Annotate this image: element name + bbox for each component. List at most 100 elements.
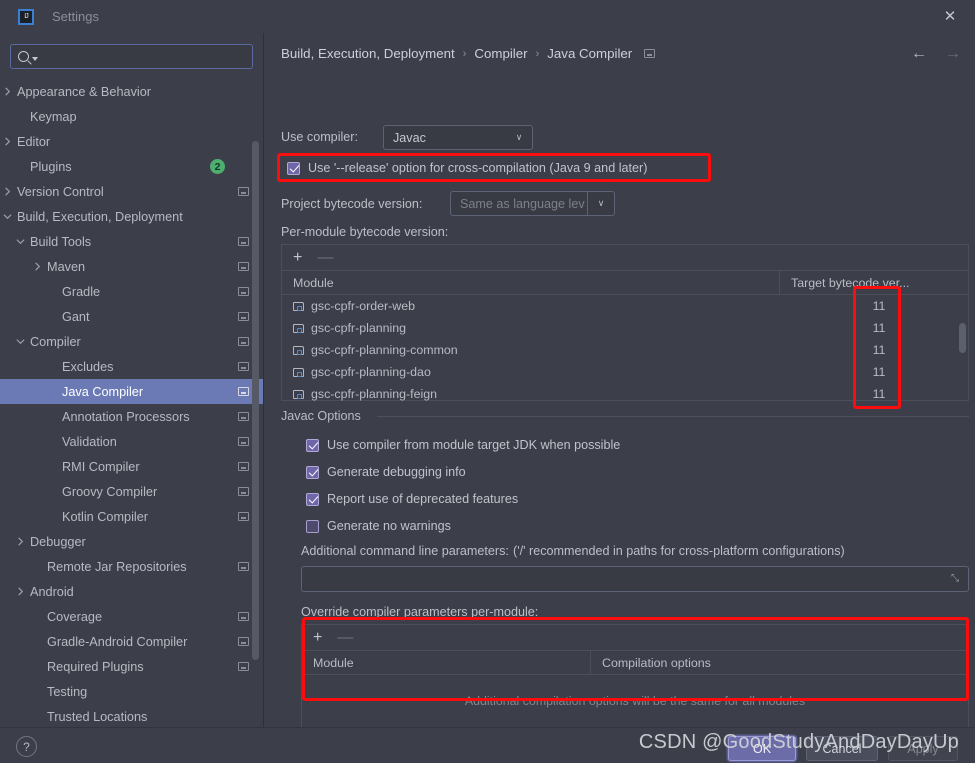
chevron-down-icon[interactable] bbox=[16, 237, 25, 246]
project-bytecode-dropdown[interactable]: Same as language lev ∨ bbox=[450, 191, 615, 216]
javac-option-checkbox[interactable] bbox=[306, 519, 319, 533]
sidebar-item-appearance-behavior[interactable]: Appearance & Behavior bbox=[0, 79, 263, 104]
restore-defaults-icon[interactable] bbox=[238, 362, 249, 371]
chevron-right-icon[interactable] bbox=[33, 262, 42, 271]
chevron-right-icon[interactable] bbox=[16, 537, 25, 546]
settings-sidebar: Appearance & Behavior Keymap Editor Plugins… bbox=[0, 33, 264, 727]
sidebar-item-groovy-compiler[interactable]: Groovy Compiler bbox=[0, 479, 263, 504]
sidebar-item-annotation-processors[interactable]: Annotation Processors bbox=[0, 404, 263, 429]
javac-option-checkbox[interactable] bbox=[306, 492, 319, 506]
sidebar-item-remote-jar-repositories[interactable]: Remote Jar Repositories bbox=[0, 554, 263, 579]
restore-defaults-icon[interactable] bbox=[238, 237, 249, 246]
javac-option-row[interactable]: Report use of deprecated features bbox=[306, 492, 518, 506]
sidebar-item-keymap[interactable]: Keymap bbox=[0, 104, 263, 129]
add-module-button[interactable]: + bbox=[293, 249, 302, 266]
column-header-module[interactable]: Module bbox=[282, 276, 779, 290]
table-row[interactable]: gsc-cpfr-order-web 11 bbox=[282, 295, 968, 317]
search-box[interactable] bbox=[10, 44, 253, 69]
restore-defaults-icon[interactable] bbox=[238, 512, 249, 521]
sidebar-item-trusted-locations[interactable]: Trusted Locations bbox=[0, 704, 263, 727]
release-option-checkbox[interactable] bbox=[287, 161, 300, 175]
chevron-down-icon[interactable] bbox=[32, 56, 38, 61]
restore-defaults-icon[interactable] bbox=[238, 262, 249, 271]
close-icon[interactable]: ✕ bbox=[941, 7, 959, 25]
add-override-button[interactable]: + bbox=[313, 629, 322, 646]
chevron-right-icon[interactable] bbox=[3, 87, 12, 96]
sidebar-item-excludes[interactable]: Excludes bbox=[0, 354, 263, 379]
restore-defaults-icon[interactable] bbox=[238, 187, 249, 196]
back-arrow-icon[interactable]: ← bbox=[911, 46, 927, 62]
sidebar-item-kotlin-compiler[interactable]: Kotlin Compiler bbox=[0, 504, 263, 529]
restore-defaults-icon[interactable] bbox=[238, 487, 249, 496]
per-module-table-scrollbar[interactable] bbox=[959, 323, 966, 353]
chevron-down-icon[interactable] bbox=[3, 212, 12, 221]
sidebar-item-coverage[interactable]: Coverage bbox=[0, 604, 263, 629]
sidebar-item-gant[interactable]: Gant bbox=[0, 304, 263, 329]
javac-option-checkbox[interactable] bbox=[306, 465, 319, 479]
restore-defaults-icon[interactable] bbox=[238, 412, 249, 421]
target-bytecode-version[interactable]: 11 bbox=[859, 365, 899, 379]
table-row[interactable]: gsc-cpfr-planning-common 11 bbox=[282, 339, 968, 361]
sidebar-scrollbar[interactable] bbox=[252, 141, 259, 660]
breadcrumb-part-2[interactable]: Compiler bbox=[474, 46, 527, 61]
sidebar-item-compiler[interactable]: Compiler bbox=[0, 329, 263, 354]
sidebar-item-testing[interactable]: Testing bbox=[0, 679, 263, 704]
sidebar-item-build-execution-deployment[interactable]: Build, Execution, Deployment bbox=[0, 204, 263, 229]
javac-option-row[interactable]: Use compiler from module target JDK when… bbox=[306, 438, 620, 452]
chevron-right-icon[interactable] bbox=[16, 587, 25, 596]
restore-defaults-icon[interactable] bbox=[238, 312, 249, 321]
sidebar-item-plugins[interactable]: Plugins 2 bbox=[0, 154, 263, 179]
table-row[interactable]: gsc-cpfr-planning-feign 11 bbox=[282, 383, 968, 405]
chevron-down-icon[interactable] bbox=[16, 337, 25, 346]
restore-defaults-icon[interactable] bbox=[238, 387, 249, 396]
column-header-target-bytecode[interactable]: Target bytecode ver... bbox=[780, 276, 968, 290]
restore-defaults-icon[interactable] bbox=[238, 462, 249, 471]
restore-defaults-icon[interactable] bbox=[644, 49, 656, 58]
target-bytecode-version[interactable]: 11 bbox=[859, 321, 899, 335]
restore-defaults-icon[interactable] bbox=[238, 562, 249, 571]
restore-defaults-icon[interactable] bbox=[238, 287, 249, 296]
sidebar-item-java-compiler[interactable]: Java Compiler bbox=[0, 379, 263, 404]
expand-icon[interactable]: ⤡ bbox=[951, 573, 962, 584]
sidebar-item-debugger[interactable]: Debugger bbox=[0, 529, 263, 554]
sidebar-item-maven[interactable]: Maven bbox=[0, 254, 263, 279]
restore-defaults-icon[interactable] bbox=[238, 662, 249, 671]
column-header-compilation-options[interactable]: Compilation options bbox=[591, 656, 968, 670]
use-compiler-dropdown[interactable]: Javac ∨ bbox=[383, 125, 533, 150]
breadcrumb-part-1[interactable]: Build, Execution, Deployment bbox=[281, 46, 455, 61]
column-header-module[interactable]: Module bbox=[302, 656, 590, 670]
restore-defaults-icon[interactable] bbox=[238, 637, 249, 646]
sidebar-item-version-control[interactable]: Version Control bbox=[0, 179, 263, 204]
sidebar-item-validation[interactable]: Validation bbox=[0, 429, 263, 454]
target-bytecode-version[interactable]: 11 bbox=[859, 299, 899, 313]
settings-main-panel: Build, Execution, Deployment › Compiler … bbox=[265, 33, 975, 727]
breadcrumb: Build, Execution, Deployment › Compiler … bbox=[281, 46, 656, 61]
sidebar-item-required-plugins[interactable]: Required Plugins bbox=[0, 654, 263, 679]
remove-module-button[interactable]: — bbox=[317, 249, 333, 266]
javac-option-row[interactable]: Generate debugging info bbox=[306, 465, 466, 479]
sidebar-item-build-tools[interactable]: Build Tools bbox=[0, 229, 263, 254]
chevron-right-icon[interactable] bbox=[3, 187, 12, 196]
sidebar-item-gradle-android-compiler[interactable]: Gradle-Android Compiler bbox=[0, 629, 263, 654]
sidebar-item-editor[interactable]: Editor bbox=[0, 129, 263, 154]
chevron-right-icon[interactable] bbox=[3, 137, 12, 146]
target-bytecode-version[interactable]: 11 bbox=[859, 343, 899, 357]
javac-option-checkbox[interactable] bbox=[306, 438, 319, 452]
sidebar-item-rmi-compiler[interactable]: RMI Compiler bbox=[0, 454, 263, 479]
sidebar-item-gradle[interactable]: Gradle bbox=[0, 279, 263, 304]
breadcrumb-part-3[interactable]: Java Compiler bbox=[547, 46, 632, 61]
sidebar-item-android[interactable]: Android bbox=[0, 579, 263, 604]
javac-option-row[interactable]: Generate no warnings bbox=[306, 519, 451, 533]
additional-params-input[interactable]: ⤡ bbox=[301, 566, 969, 592]
restore-defaults-icon[interactable] bbox=[238, 437, 249, 446]
target-bytecode-version[interactable]: 11 bbox=[859, 387, 899, 401]
help-button[interactable]: ? bbox=[16, 736, 37, 757]
table-row[interactable]: gsc-cpfr-planning-dao 11 bbox=[282, 361, 968, 383]
restore-defaults-icon[interactable] bbox=[238, 337, 249, 346]
search-input[interactable] bbox=[43, 49, 245, 64]
release-option-checkbox-row[interactable]: Use '--release' option for cross-compila… bbox=[287, 161, 647, 175]
forward-arrow-icon[interactable]: → bbox=[945, 46, 961, 62]
remove-override-button[interactable]: — bbox=[337, 629, 353, 646]
table-row[interactable]: gsc-cpfr-planning 11 bbox=[282, 317, 968, 339]
restore-defaults-icon[interactable] bbox=[238, 612, 249, 621]
